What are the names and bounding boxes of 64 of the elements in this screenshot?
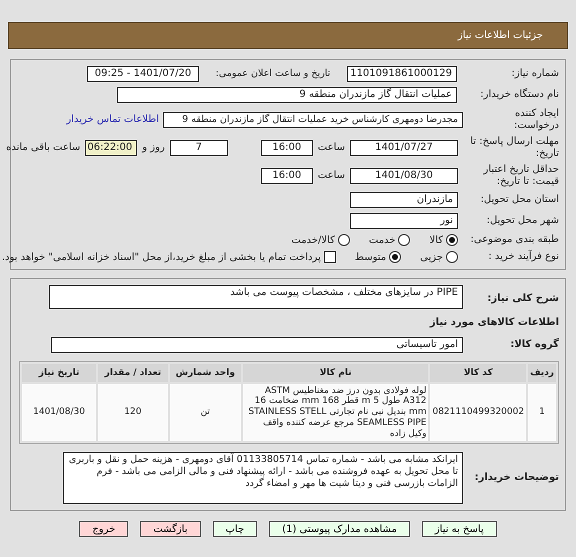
table-cell: 120 (98, 384, 168, 442)
field-label: نوع فرآیند خرید : (487, 251, 559, 263)
action-button[interactable]: مشاهده مدارک پیوستی (1) (269, 521, 410, 538)
buyer-org-field: عملیات انتقال گاز مازندران منطقه 9 (117, 87, 457, 103)
field-label: ساعت (318, 170, 345, 181)
section-title: اطلاعات کالاهای مورد نیاز (428, 317, 559, 328)
table-cell: تن (170, 384, 241, 442)
page-title: جزئیات اطلاعات نیاز (8, 22, 568, 49)
validity-time-field: 16:00 (260, 168, 313, 184)
days-field: 7 (170, 140, 228, 156)
table-cell: 1 (528, 384, 556, 442)
table-cell: 0821110499320002 (430, 384, 526, 442)
column-header: واحد شمارش (170, 364, 241, 382)
checkbox[interactable] (324, 251, 336, 263)
option-label: متوسط (354, 252, 386, 262)
remaining-time-field: 06:22:00 (85, 140, 138, 156)
reply-date-field: 1401/07/27 (350, 140, 458, 156)
option-label: کالا/خدمت (291, 234, 335, 246)
field-label: توضیحات خریدار: (474, 471, 559, 484)
field-label: ساعت (318, 142, 345, 153)
radio-button[interactable] (398, 234, 410, 246)
contact-link[interactable]: اطلاعات تماس خریدار (66, 114, 159, 125)
field-label: نام دستگاه خریدار: (479, 89, 559, 101)
field-label: مهلت ارسال پاسخ: تا تاریخ: (469, 136, 559, 159)
validity-date-field: 1401/08/30 (350, 168, 458, 184)
radio-button[interactable] (338, 234, 350, 246)
field-label: حداقل تاریخ اعتبار قیمت: تا تاریخ: (482, 164, 559, 187)
field-label: روز و (142, 142, 165, 153)
field-label: گروه کالا: (509, 338, 559, 350)
checkbox-label: پرداخت تمام یا بخشی از مبلغ خرید،از محل "اسناد خزانه اسلامی" خواهد بود. (2, 252, 321, 262)
column-header: تعداد / مقدار (98, 364, 168, 382)
column-header: کد کالا (430, 364, 526, 382)
goods-group-field: امور تاسیساتی (51, 336, 463, 352)
field-label: طبقه بندی موضوعی: (470, 234, 559, 246)
announce-date-field: 1401/07/20 - 09:25 (87, 66, 199, 82)
description-field: PIPE در سایزهای مختلف ، مشخصات پیوست می باشد (49, 285, 463, 309)
reply-time-field: 16:00 (260, 140, 313, 156)
province-field: مازندران (350, 192, 458, 208)
requester-field: مجدرضا دومهری کارشناس خرید عملیات انتقال گاز مازندران منطقه 9 (163, 112, 463, 128)
radio-button[interactable] (389, 251, 402, 263)
option-label: کالا (429, 234, 443, 246)
field-label: استان محل تحویل: (480, 194, 559, 206)
column-header: تاریخ نیاز (22, 364, 96, 382)
radio-button[interactable] (446, 234, 458, 246)
action-button[interactable]: چاپ (212, 521, 258, 538)
column-header: ردیف (528, 364, 556, 382)
action-button[interactable]: پاسخ به نیاز (422, 521, 497, 538)
column-header: نام کالا (242, 364, 428, 382)
option-label: خدمت (368, 234, 396, 246)
field-label: ایجاد کننده درخواست: (513, 108, 559, 131)
option-label: جزیی (420, 252, 443, 262)
field-label: شهر محل تحویل: (486, 215, 559, 227)
field-label: شرح کلی نیاز: (486, 292, 559, 304)
need-number-field: 1101091861000129 (347, 66, 457, 82)
action-button[interactable]: بازگشت (140, 521, 200, 538)
city-field: نور (350, 213, 458, 229)
table-cell: لوله فولادی بدون درز ضد مغناطیس ASTM A312 طول 5 m قطر 168 mm ضخامت 16 mm بندیل نبی نام تجارتی STAINLESS STELL SEAMLESS PIPE مرجع عرضه کننده واقف وکیل زاده (242, 384, 428, 442)
radio-button[interactable] (446, 251, 458, 263)
table-cell: 1401/08/30 (22, 384, 96, 442)
field-label: ساعت باقی مانده (6, 142, 80, 153)
field-label: تاریخ و ساعت اعلان عمومی: (214, 68, 332, 80)
action-button[interactable]: خروج (79, 521, 128, 538)
field-label: شماره نیاز: (510, 68, 559, 80)
buyer-notes-field: ایرانکد مشابه می باشد - شماره تماس 01133805714 آقای دومهری - هزینه حمل و نقل و باربری تا محل تحویل به عهده فروشنده می باشد - ارائه پیشنهاد فنی و مالی الزامی می باشد - فرم الزامات بازرسی فنی و دیتا شیت ها مهر و امضاء گردد (63, 452, 463, 504)
